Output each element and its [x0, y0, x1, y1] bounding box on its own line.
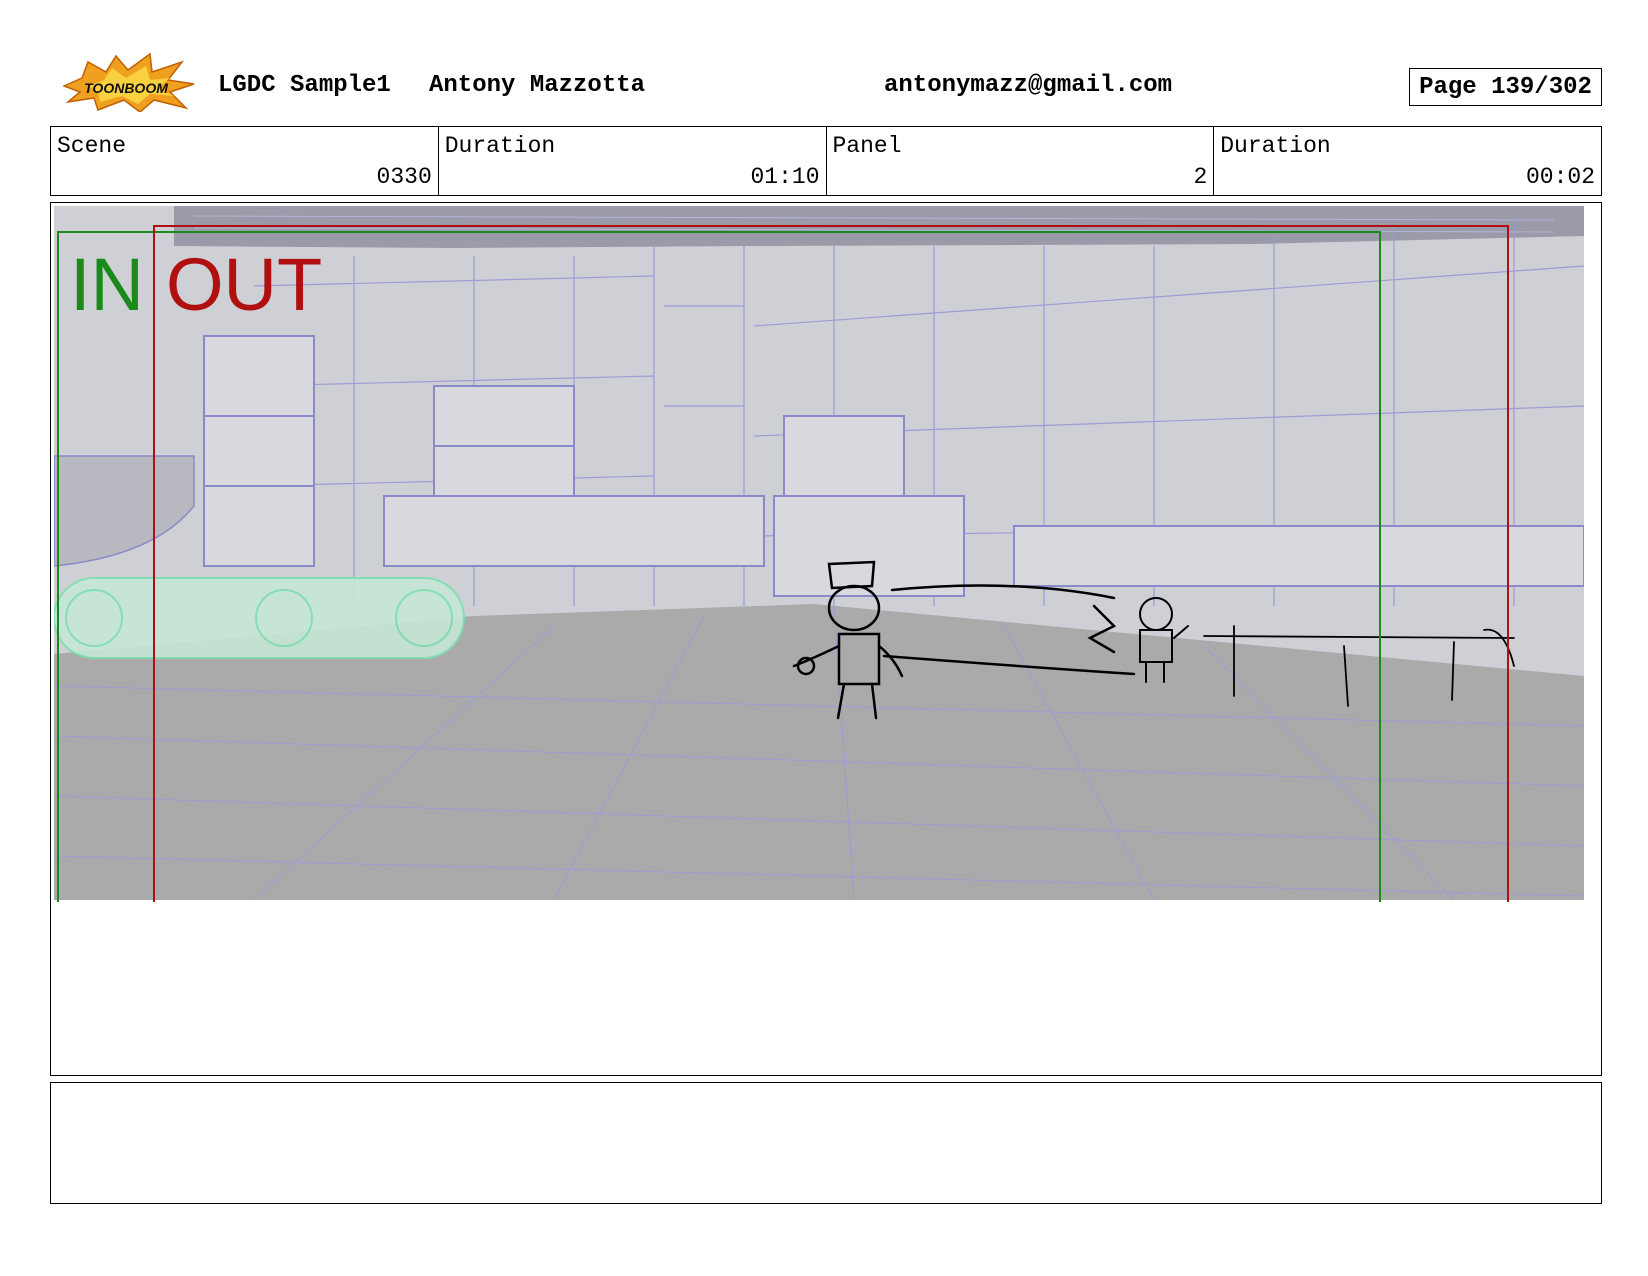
page-indicator: Page 139/302 — [1409, 68, 1602, 106]
scene-duration-label: Duration — [444, 133, 556, 159]
out-label: OUT — [166, 243, 322, 326]
project-title: LGDC Sample1 — [218, 72, 391, 99]
scene-info-row: Scene 0330 Duration 01:10 Panel 2 Durati… — [50, 126, 1602, 196]
in-label: IN — [70, 243, 144, 326]
author-email: antonymazz@gmail.com — [884, 72, 1173, 99]
conveyor-belt — [54, 577, 465, 659]
panel-duration-cell: Duration 00:02 — [1214, 127, 1601, 195]
scene-duration-value: 01:10 — [750, 164, 820, 190]
panel-value: 2 — [1193, 164, 1208, 190]
logo-text: TOONBOOM — [84, 80, 168, 96]
toonboom-logo: TOONBOOM — [62, 52, 195, 112]
scene-duration-cell: Duration 01:10 — [439, 127, 827, 195]
storyboard-artwork: IN OUT — [54, 206, 1584, 902]
panel-duration-value: 00:02 — [1525, 164, 1595, 190]
author-name: Antony Mazzotta — [429, 72, 646, 99]
panel-notes-box — [50, 1082, 1602, 1204]
panel-cell: Panel 2 — [827, 127, 1215, 195]
scene-value: 0330 — [376, 164, 432, 190]
panel-duration-label: Duration — [1220, 133, 1331, 159]
scene-label: Scene — [57, 133, 127, 159]
scene-cell: Scene 0330 — [51, 127, 439, 195]
panel-label: Panel — [832, 133, 902, 159]
